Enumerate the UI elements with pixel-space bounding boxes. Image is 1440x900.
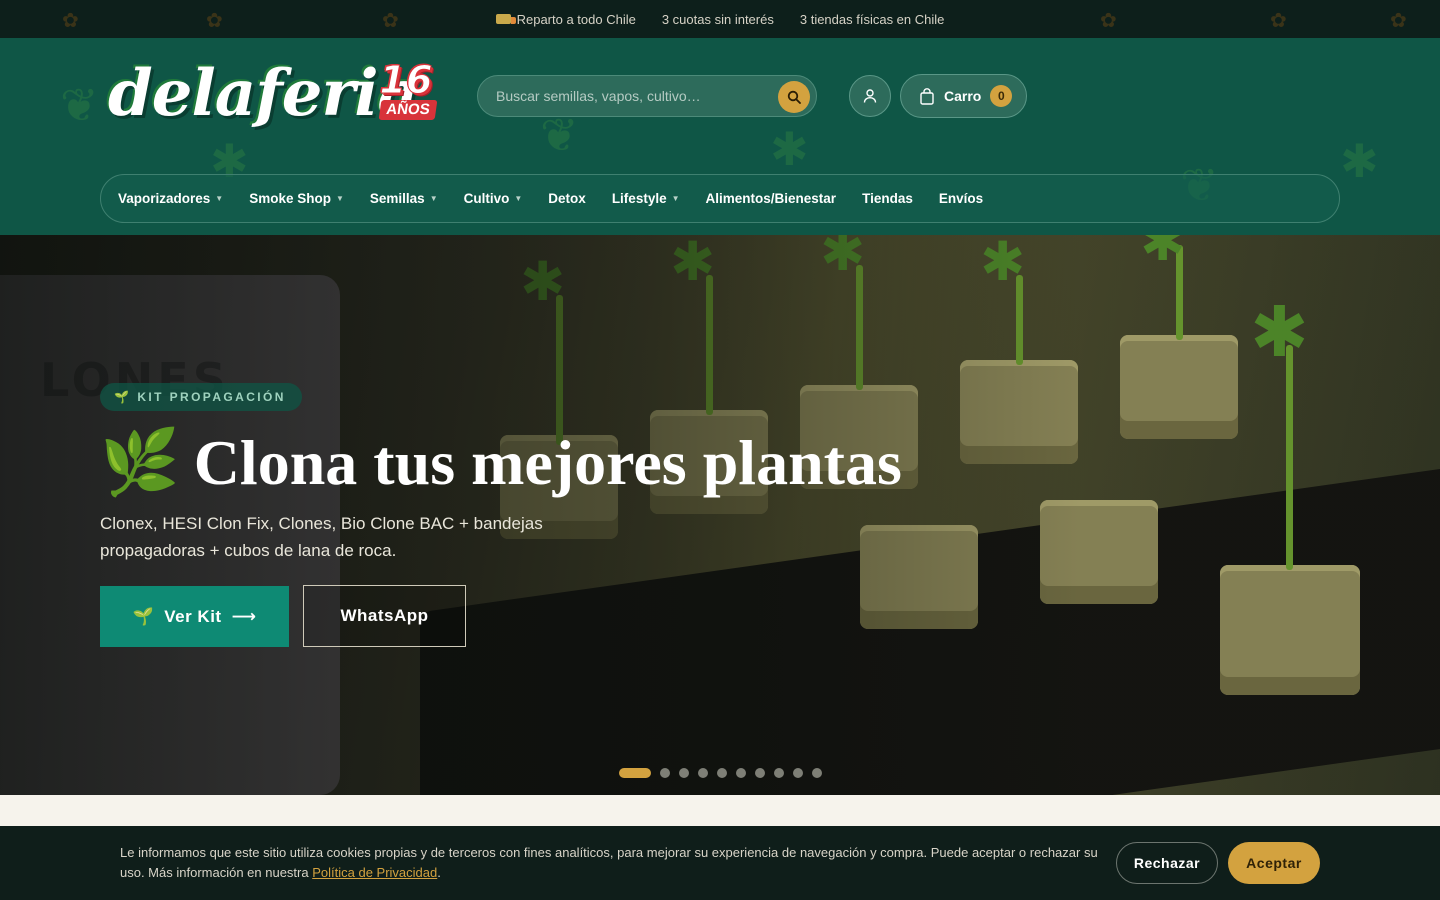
account-button[interactable] xyxy=(849,75,891,117)
whatsapp-label: WhatsApp xyxy=(340,606,429,625)
nav-item-alimentos-bienestar[interactable]: Alimentos/Bienestar xyxy=(706,191,837,206)
slider-dot[interactable] xyxy=(619,768,651,778)
nav-item-label: Semillas xyxy=(369,191,425,206)
seedling-icon: 🌱 xyxy=(114,390,132,404)
nav-item-lifestyle[interactable]: Lifestyle ▼ xyxy=(612,191,680,206)
site-header: ❦ ✱ ❦ ✱ ❦ ✱ delaferia 16 AÑOS Carro 0 Va… xyxy=(0,38,1440,235)
chevron-down-icon: ▼ xyxy=(335,194,344,203)
cookie-message-text: Le informamos que este sitio utiliza coo… xyxy=(120,845,1098,880)
announcement-bar: ✿ ✿ ✿ ✿ ✿ ✿ Reparto a todo Chile 3 cuota… xyxy=(0,0,1440,38)
ver-kit-button[interactable]: 🌱 Ver Kit ⟶ xyxy=(100,586,289,647)
nav-item-envios[interactable]: Envíos xyxy=(939,191,983,206)
announcement-installments: 3 cuotas sin interés xyxy=(662,12,774,27)
nav-item-label: Envíos xyxy=(938,191,984,206)
slider-dot[interactable] xyxy=(755,768,765,778)
nav-item-cultivo[interactable]: Cultivo ▼ xyxy=(464,191,523,206)
slider-dot[interactable] xyxy=(774,768,784,778)
chevron-down-icon: ▼ xyxy=(215,194,224,203)
slider-dot[interactable] xyxy=(717,768,727,778)
hero-tag: 🌱 KIT PROPAGACIÓN xyxy=(100,383,302,411)
nav-item-label: Vaporizadores xyxy=(118,191,211,206)
slider-dot[interactable] xyxy=(660,768,670,778)
cookie-consent-bar: Le informamos que este sitio utiliza coo… xyxy=(0,826,1440,900)
hero-subtitle: Clonex, HESI Clon Fix, Clones, Bio Clone… xyxy=(100,514,543,560)
cart-button[interactable]: Carro 0 xyxy=(900,74,1027,118)
privacy-policy-link[interactable]: Política de Privacidad xyxy=(312,865,437,880)
badge-number: 16 xyxy=(379,58,433,103)
announcement-text: Reparto a todo Chile xyxy=(516,11,636,27)
nav-item-label: Alimentos/Bienestar xyxy=(705,191,837,206)
cookie-message-end: . xyxy=(437,865,441,880)
hero-title: 🌿 Clona tus mejores plantas xyxy=(100,421,902,505)
user-icon xyxy=(863,89,877,103)
leaf-decor-icon: ✱ xyxy=(770,123,809,175)
announcement-text: 3 cuotas sin interés xyxy=(661,11,774,27)
slider-dot[interactable] xyxy=(698,768,708,778)
chevron-down-icon: ▼ xyxy=(429,194,438,203)
chevron-down-icon: ▼ xyxy=(514,194,523,203)
shopping-bag-icon xyxy=(920,87,934,105)
main-navigation: Vaporizadores ▼ Smoke Shop ▼ Semillas ▼ Cul… xyxy=(100,174,1340,223)
nav-item-tiendas[interactable]: Tiendas xyxy=(862,191,913,206)
whatsapp-button[interactable]: WhatsApp xyxy=(303,585,466,647)
slider-dot[interactable] xyxy=(793,768,803,778)
search-button[interactable] xyxy=(778,81,810,113)
nav-item-semillas[interactable]: Semillas ▼ xyxy=(370,191,438,206)
truck-icon xyxy=(495,14,516,24)
cart-count-badge: 0 xyxy=(990,85,1013,107)
cart-label: Carro xyxy=(944,88,982,104)
badge-text: AÑOS xyxy=(378,100,438,120)
accept-cookies-button[interactable]: Aceptar xyxy=(1228,842,1320,884)
ver-kit-label: Ver Kit xyxy=(164,606,222,626)
chevron-down-icon: ▼ xyxy=(671,194,680,203)
site-logo[interactable]: delaferia 16 AÑOS xyxy=(100,56,445,136)
seedling-icon: 🌱 xyxy=(132,606,155,626)
slider-dot[interactable] xyxy=(679,768,689,778)
hero-title-text: Clona tus mejores plantas xyxy=(193,427,902,498)
reject-cookies-button[interactable]: Rechazar xyxy=(1116,842,1218,884)
announcement-shipping: Reparto a todo Chile xyxy=(495,11,636,27)
slider-dot[interactable] xyxy=(736,768,746,778)
leaf-decor-icon: ❦ xyxy=(60,79,99,131)
herb-icon: 🌿 xyxy=(100,427,180,498)
hero-tag-label: KIT PROPAGACIÓN xyxy=(137,390,286,404)
nav-item-detox[interactable]: Detox xyxy=(548,191,586,206)
slider-dot[interactable] xyxy=(812,768,822,778)
nav-item-vaporizadores[interactable]: Vaporizadores ▼ xyxy=(118,191,223,206)
content-top-strip xyxy=(0,795,1440,826)
nav-item-smoke-shop[interactable]: Smoke Shop ▼ xyxy=(249,191,344,206)
cookie-message: Le informamos que este sitio utiliza coo… xyxy=(120,843,1110,883)
search-bar xyxy=(477,75,817,117)
announcement-stores: 3 tiendas físicas en Chile xyxy=(800,12,945,27)
nav-item-label: Lifestyle xyxy=(611,191,667,206)
anniversary-badge: 16 AÑOS xyxy=(372,58,440,124)
nav-item-label: Detox xyxy=(548,191,586,206)
nav-item-label: Smoke Shop xyxy=(249,191,331,206)
search-icon xyxy=(787,90,801,104)
slider-pagination xyxy=(619,768,822,778)
leaf-decor-icon: ✱ xyxy=(1340,135,1379,187)
nav-item-label: Cultivo xyxy=(463,191,510,206)
search-input[interactable] xyxy=(496,76,766,116)
arrow-right-icon: ⟶ xyxy=(231,606,257,626)
nav-item-label: Tiendas xyxy=(862,191,913,206)
announcement-text: 3 tiendas físicas en Chile xyxy=(799,11,945,27)
hero-banner: LONES ✱ ✱ ✱ ✱ ✱ ✱ 🌱 KIT PROPAGACIÓN 🌿 Cl… xyxy=(0,235,1440,795)
